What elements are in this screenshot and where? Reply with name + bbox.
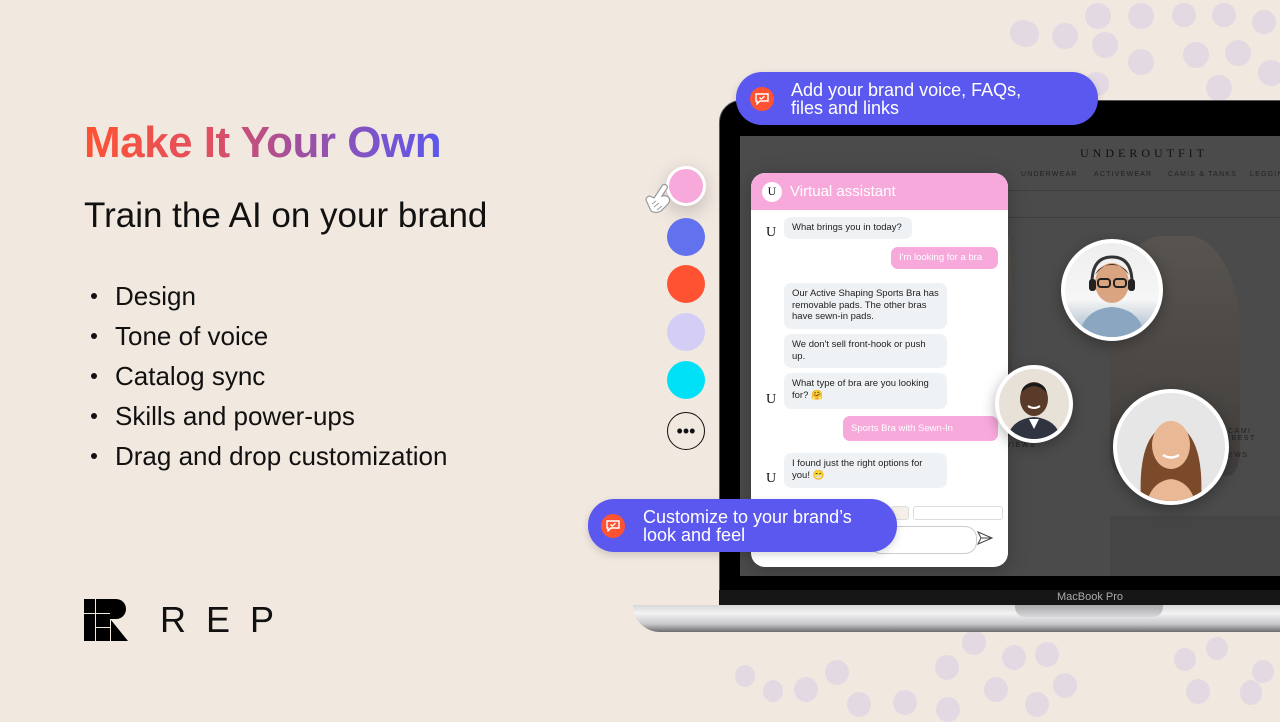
- callout-look-and-feel: Customize to your brand’s look and feel: [588, 499, 897, 552]
- feature-item: Design: [84, 276, 447, 316]
- chat-header: U Virtual assistant: [751, 173, 1008, 210]
- chat-message-user: I'm looking for a bra: [891, 247, 998, 269]
- pointer-hand-icon: [645, 183, 671, 214]
- callout-line: files and links: [791, 97, 900, 118]
- bullet-icon: [91, 373, 97, 379]
- feature-list: Design Tone of voice Catalog sync Skills…: [84, 276, 447, 476]
- person-headset-icon: [1079, 255, 1145, 337]
- feature-item: Skills and power-ups: [84, 396, 447, 436]
- store-divider: [1005, 190, 1280, 191]
- chat-check-icon: [750, 86, 774, 111]
- product-thumbnail[interactable]: [913, 506, 1003, 520]
- swatch-lavender[interactable]: [667, 313, 705, 351]
- chat-title: Virtual assistant: [790, 183, 896, 200]
- store-nav-leggings[interactable]: LEGGIN: [1250, 171, 1280, 178]
- chat-brand-logo: U: [762, 181, 782, 202]
- chat-message-bot: We don't sell front-hook or push up.: [784, 334, 947, 368]
- rep-logo-icon: [84, 599, 128, 641]
- store-nav-underwear[interactable]: UNDERWEAR: [1021, 171, 1078, 178]
- bullet-icon: [91, 453, 97, 459]
- bot-avatar: U: [766, 471, 777, 486]
- subheading: Train the AI on your brand: [84, 196, 488, 235]
- headline: Make It Your Own: [84, 118, 442, 167]
- feature-item: Drag and drop customization: [84, 436, 447, 476]
- feature-item: Catalog sync: [84, 356, 447, 396]
- chat-message-bot: Our Active Shaping Sports Bra has remova…: [784, 283, 947, 329]
- callout-line: Add your brand voice, FAQs,: [791, 79, 1022, 100]
- send-icon[interactable]: [977, 531, 993, 545]
- chat-message-bot: What brings you in today?: [784, 217, 912, 239]
- bullet-icon: [91, 413, 97, 419]
- store-nav-activewear[interactable]: ACTIVEWEAR: [1094, 171, 1152, 178]
- swatch-blue[interactable]: [667, 218, 705, 256]
- bot-avatar: U: [766, 225, 777, 240]
- bullet-icon: [91, 333, 97, 339]
- laptop-base: [633, 605, 1280, 632]
- laptop-label: MacBook Pro: [1056, 591, 1124, 603]
- chat-message-bot: What type of bra are you looking for? 🤗: [784, 373, 947, 409]
- laptop-notch: [1015, 605, 1163, 617]
- person-woman-icon: [1140, 421, 1202, 501]
- bot-avatar: U: [766, 392, 777, 407]
- rep-logo: REP: [84, 599, 294, 641]
- store-product-reviews: VIEWS: [1006, 442, 1037, 449]
- logo-wordmark: REP: [160, 599, 295, 640]
- store-product-reviews: EWS: [1228, 452, 1249, 459]
- store-divider: [1005, 217, 1280, 218]
- more-colors-button[interactable]: •••: [667, 412, 705, 450]
- chat-check-icon: [601, 513, 625, 538]
- callout-line: look and feel: [643, 524, 746, 545]
- chat-message-user: Sports Bra with Sewn-In: [843, 416, 998, 441]
- agent-avatar-suit: [995, 365, 1073, 443]
- store-product-caption: CAMI [BEST: [1228, 428, 1256, 442]
- callout-brand-voice: Add your brand voice, FAQs, files and li…: [736, 72, 1098, 125]
- person-suit-icon: [1007, 382, 1061, 439]
- agent-avatar-woman: [1113, 389, 1229, 505]
- store-brand: UNDEROUTFIT: [1080, 146, 1208, 160]
- feature-item: Tone of voice: [84, 316, 447, 356]
- bullet-icon: [91, 293, 97, 299]
- callout-line: Customize to your brand’s: [643, 506, 852, 527]
- swatch-cyan[interactable]: [667, 361, 705, 399]
- store-nav-camis-tanks[interactable]: CAMIS & TANKS: [1168, 171, 1237, 178]
- chat-message-bot: I found just the right options for you! …: [784, 453, 947, 488]
- agent-avatar-headset: [1061, 239, 1163, 341]
- swatch-orange[interactable]: [667, 265, 705, 303]
